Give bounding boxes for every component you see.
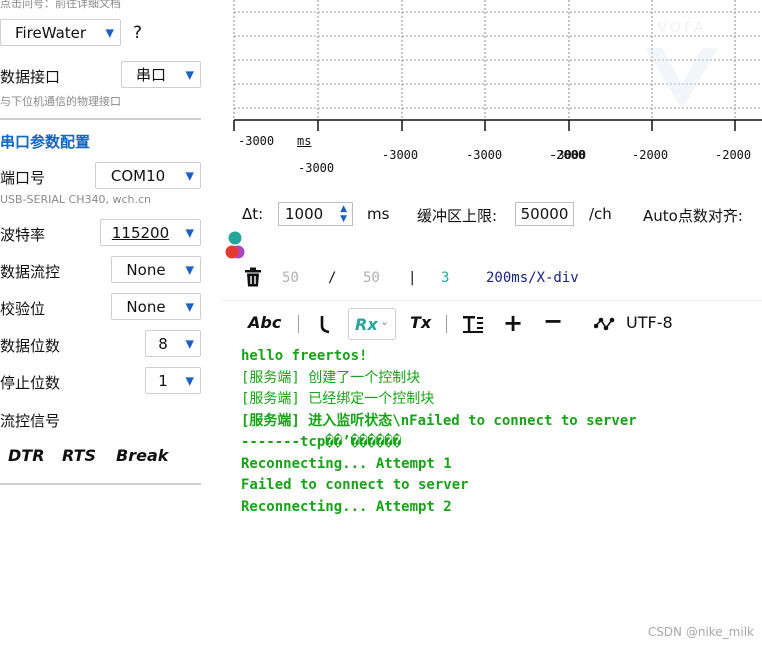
x-tick-label: -2000 <box>715 148 752 162</box>
toolbar-divider <box>298 315 299 333</box>
protocol-value: FireWater <box>14 23 87 42</box>
x-tick-label: -3000 <box>466 148 503 162</box>
channel-dot[interactable] <box>228 231 242 245</box>
svg-text:VOFA: VOFA <box>658 20 707 36</box>
dt-value: 1000 <box>285 205 324 223</box>
rx-toggle[interactable]: Rx ⌄ <box>348 308 396 340</box>
port-hint: USB-SERIAL CH340, wch.cn <box>0 193 151 206</box>
buffer-input[interactable]: 50000 <box>515 202 574 226</box>
count-separator: / <box>328 270 337 286</box>
chevron-down-icon: ▼ <box>105 26 114 39</box>
parity-value: None <box>126 297 166 316</box>
chevron-down-icon: ▼ <box>185 68 194 81</box>
bar-separator: | <box>408 270 417 286</box>
x-tick-label: -2000 <box>632 148 669 162</box>
port-label: 端口号 <box>0 169 46 187</box>
divider <box>0 483 201 485</box>
console-line: [服务端] 进入监听状态\nFailed to connect to serve… <box>241 412 637 429</box>
channel-dots-icon[interactable] <box>224 230 250 260</box>
x-tick-label: -2000 <box>549 148 586 162</box>
console-line: hello freertos! <box>241 348 368 364</box>
baud-label: 波特率 <box>0 226 46 244</box>
chevron-down-icon: ▼ <box>185 337 194 350</box>
channel-count: 3 <box>441 270 450 286</box>
console-line: [服务端] 已经绑定一个控制块 <box>241 391 435 407</box>
stop-bits-select[interactable]: 1 ▼ <box>145 367 201 394</box>
auto-align-label: Auto点数对齐: <box>643 207 743 225</box>
buffer-unit: /ch <box>589 205 612 223</box>
channel-dot[interactable] <box>225 245 239 259</box>
sample-count: 50 <box>282 270 299 286</box>
flow-control-value: None <box>126 260 166 279</box>
console-output[interactable]: hello freertos! [服务端] 创建了一个控制块 [服务端] 已经绑定一… <box>241 346 756 518</box>
stop-bits-value: 1 <box>158 371 168 390</box>
parity-label: 校验位 <box>0 300 46 318</box>
data-interface-select[interactable]: 串口 ▼ <box>121 61 201 88</box>
encoding-select[interactable]: UTF-8 <box>626 313 673 332</box>
sample-total: 50 <box>363 270 380 286</box>
rts-button[interactable]: RTS <box>62 446 96 465</box>
protocol-select[interactable]: FireWater ▼ <box>0 19 121 46</box>
chevron-down-icon: ▼ <box>185 226 194 239</box>
spinner-icon[interactable]: ▲ ▼ <box>340 204 347 224</box>
console-line: [服务端] 创建了一个控制块 <box>241 369 421 386</box>
x-unit-label: ms <box>297 134 312 148</box>
chevron-down-icon: ▼ <box>185 169 194 182</box>
chevron-down-icon: ▼ <box>185 300 194 313</box>
docs-hint: 点击问号：前往详细文档 <box>0 0 121 10</box>
buffer-value: 50000 <box>520 205 569 223</box>
trash-icon[interactable] <box>244 267 262 287</box>
x-tick-label: -3000 <box>382 148 419 162</box>
buffer-label: 缓冲区上限: <box>417 207 498 225</box>
break-button[interactable]: Break <box>116 446 168 465</box>
rx-label: Rx <box>355 315 378 334</box>
flow-control-label: 数据流控 <box>0 263 61 281</box>
dtr-button[interactable]: DTR <box>8 446 45 465</box>
x-div-label: 200ms/X-div <box>486 270 579 286</box>
waveform-plot[interactable]: VOFA -3000 ms -3000 -3000 -3000 -3000 -2… <box>222 0 762 190</box>
chevron-down-icon: ▼ <box>185 374 194 387</box>
zoom-in-icon[interactable]: + <box>503 309 523 337</box>
waveform-icon[interactable] <box>594 316 616 332</box>
tx-button[interactable]: Tx <box>410 313 431 332</box>
text-format-icon[interactable] <box>462 314 484 334</box>
stop-bits-label: 停止位数 <box>0 374 61 392</box>
data-interface-label: 数据接口 <box>0 68 61 86</box>
console-line: Reconnecting... Attempt 2 <box>241 498 452 515</box>
help-button[interactable]: ? <box>133 23 142 43</box>
csdn-watermark: CSDN @nike_milk <box>647 625 754 639</box>
text-mode-button[interactable]: Abc <box>248 313 281 332</box>
console-toolbar: Abc Rx ⌄ Tx + − UTF-8 <box>222 300 762 344</box>
logo-watermark-icon: VOFA <box>646 20 718 110</box>
data-interface-value: 串口 <box>135 66 166 84</box>
x-tick-label: -3000 <box>238 134 275 148</box>
data-bits-value: 8 <box>158 334 168 353</box>
port-value: COM10 <box>110 166 166 185</box>
wrap-icon[interactable] <box>318 314 332 334</box>
data-bits-select[interactable]: 8 ▼ <box>145 330 201 357</box>
dt-unit: ms <box>367 205 390 223</box>
toolbar-divider <box>446 315 447 333</box>
divider <box>0 118 201 120</box>
port-select[interactable]: COM10 ▼ <box>95 162 201 189</box>
data-bits-label: 数据位数 <box>0 337 61 355</box>
baud-value: 115200 <box>111 223 170 242</box>
console-line: Reconnecting... Attempt 1 <box>241 455 452 472</box>
serial-config-title: 串口参数配置 <box>0 133 91 151</box>
settings-sidebar: 点击问号：前往详细文档 FireWater ▼ ? 数据接口 串口 ▼ 与下位机… <box>0 0 210 645</box>
flow-signal-label: 流控信号 <box>0 412 61 430</box>
chevron-down-icon: ▼ <box>185 263 194 276</box>
zoom-out-icon[interactable]: − <box>543 307 563 335</box>
chevron-down-icon: ⌄ <box>380 315 390 328</box>
console-line: -------tcp��’������ <box>241 434 402 450</box>
x-sub-label: -3000 <box>298 161 335 175</box>
parity-select[interactable]: None ▼ <box>111 293 201 320</box>
data-interface-hint: 与下位机通信的物理接口 <box>0 95 121 108</box>
plot-controls: Δt: 1000 ▲ ▼ ms 缓冲区上限: 50000 /ch Auto点数对齐… <box>222 190 762 300</box>
dt-input[interactable]: 1000 ▲ ▼ <box>278 202 353 226</box>
baud-select[interactable]: 115200 ▼ <box>100 219 201 246</box>
console-line: Failed to connect to server <box>241 477 469 493</box>
dt-label: Δt: <box>242 205 264 223</box>
flow-control-select[interactable]: None ▼ <box>111 256 201 283</box>
